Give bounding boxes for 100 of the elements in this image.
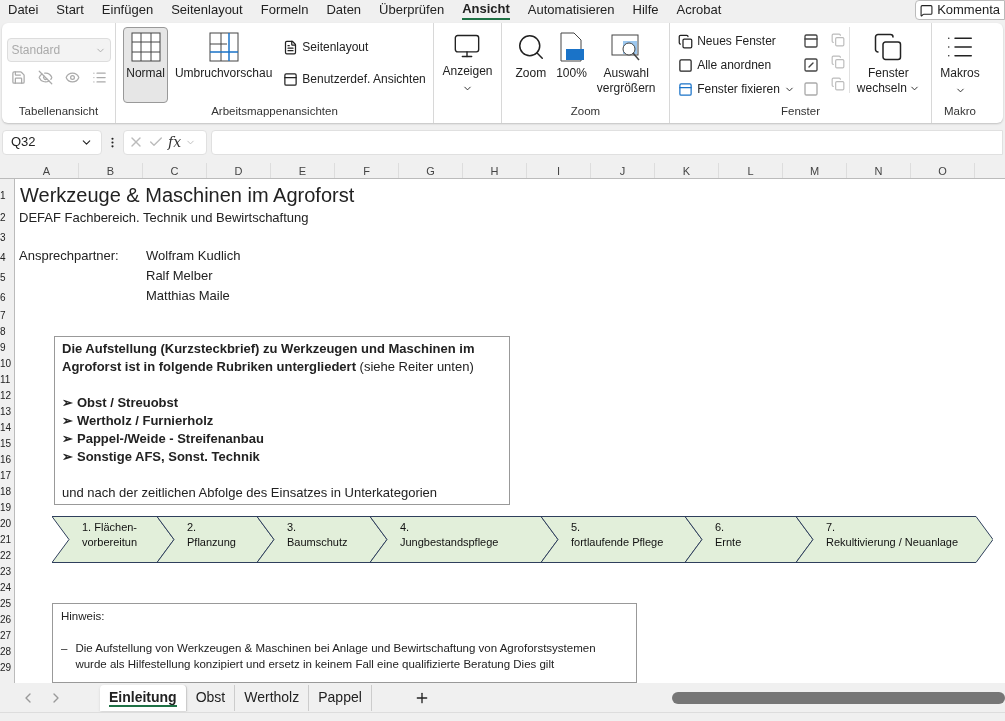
row-header[interactable]: 2 [0, 208, 14, 228]
ribbon-button[interactable]: Normal [123, 27, 168, 103]
group-label: Zoom [569, 104, 602, 119]
column-header[interactable]: K [655, 163, 719, 178]
row-header[interactable]: 1 [0, 183, 14, 208]
ribbon-button[interactable]: 100% [553, 27, 590, 86]
column-header[interactable]: O [911, 163, 975, 178]
show-icon [453, 32, 482, 60]
row-header[interactable]: 19 [0, 500, 14, 516]
row-header[interactable]: 20 [0, 516, 14, 532]
unhide-icon[interactable] [802, 81, 819, 97]
sheet-title: Werkzeuge & Maschinen im Agroforst [19, 183, 356, 208]
ribbon-button[interactable]: Alle anordnen [678, 53, 795, 77]
row-header[interactable]: 11 [0, 372, 14, 388]
column-header[interactable]: J [591, 163, 655, 178]
row-header[interactable]: 6 [0, 288, 14, 308]
sheet-tab[interactable]: Obst [186, 684, 236, 711]
column-header[interactable]: N [847, 163, 911, 178]
split-icon[interactable] [802, 33, 819, 49]
menu-tab[interactable]: Automatisieren [527, 0, 615, 20]
row-header[interactable]: 16 [0, 452, 14, 468]
menu-tab[interactable]: Seitenlayout [171, 0, 243, 20]
menu-tab[interactable]: Überprüfen [379, 0, 445, 20]
overview-intro: Die Aufstellung (Kurzsteckbrief) zu Werkzeugen und Maschinen im Agroforst ist in folgende Rubriken untergliedert (siehe Reiter unten) [62, 340, 476, 377]
menu-tab[interactable]: Einfügen [101, 0, 154, 20]
ribbon-button[interactable]: Zoom [512, 27, 550, 86]
arrow-bullet: ➢ [62, 394, 73, 413]
column-header[interactable]: B [79, 163, 143, 178]
row-header[interactable]: 9 [0, 340, 14, 356]
ribbon-button[interactable]: Auswahl vergrößern [593, 27, 659, 101]
eye-icon[interactable] [64, 70, 80, 85]
column-header[interactable]: E [271, 163, 335, 178]
ribbon-button[interactable]: Benutzerdef. Ansichten [283, 67, 426, 91]
menu-tab[interactable]: Formeln [260, 0, 309, 20]
category-item: Obst / Streuobst [77, 394, 179, 413]
menu-tab[interactable]: Daten [326, 0, 362, 20]
sheet-tab[interactable]: Einleitung [100, 684, 187, 711]
arrow-bullet: ➢ [62, 412, 73, 431]
column-header[interactable]: L [719, 163, 783, 178]
column-header[interactable]: H [463, 163, 527, 178]
row-header[interactable]: 21 [0, 532, 14, 548]
ribbon-button[interactable]: Makros [937, 27, 983, 101]
ribbon-button[interactable]: Fenster fixieren [678, 77, 795, 101]
comment-button[interactable]: Kommenta [915, 0, 1005, 20]
save-icon[interactable] [10, 70, 26, 85]
contact-name: Ralf Melber [146, 267, 214, 286]
function-icon[interactable]: fx [168, 131, 182, 153]
list-icon[interactable] [91, 70, 107, 85]
freeze-icon [678, 81, 694, 97]
category-item: Wertholz / Furnierholz [77, 412, 214, 431]
formula-input[interactable] [211, 129, 1003, 155]
row-header[interactable]: 4 [0, 248, 14, 268]
sheet-tab[interactable]: Pappel [309, 684, 372, 711]
ribbon-button[interactable]: Fenster wechseln [853, 27, 923, 101]
row-header[interactable]: 12 [0, 388, 14, 404]
row-header[interactable]: 28 [0, 644, 14, 660]
ribbon-button[interactable]: Neues Fenster [678, 29, 795, 53]
sheet-tab[interactable]: Wertholz [235, 684, 310, 711]
row-header[interactable]: 18 [0, 484, 14, 500]
horizontal-scrollbar[interactable] [671, 691, 1005, 704]
column-header[interactable]: I [527, 163, 591, 178]
category-item: Sonstige AFS, Sonst. Technik [77, 448, 260, 467]
ribbon-button[interactable]: Umbruchvorschau [171, 27, 276, 86]
menu-tab[interactable]: Hilfe [632, 0, 659, 20]
row-header[interactable]: 23 [0, 564, 14, 580]
row-header[interactable]: 25 [0, 596, 14, 612]
menu-tab[interactable]: Acrobat [676, 0, 722, 20]
menu-tab[interactable]: Start [56, 0, 84, 20]
row-header[interactable]: 24 [0, 580, 14, 596]
row-header[interactable]: 29 [0, 660, 14, 676]
row-header[interactable]: 5 [0, 268, 14, 288]
step-number: 5. [571, 520, 582, 535]
row-header[interactable]: 27 [0, 628, 14, 644]
hint-heading: Hinweis: [61, 609, 106, 624]
ribbon-button[interactable]: Seitenlayout [283, 35, 426, 59]
row-header[interactable]: 17 [0, 468, 14, 484]
row-header[interactable]: 26 [0, 612, 14, 628]
sheet-subtitle: DEFAF Fachbereich. Technik und Bewirtschaftung [19, 209, 310, 227]
column-header[interactable]: M [783, 163, 847, 178]
row-header[interactable]: 7 [0, 308, 14, 324]
row-header[interactable]: 8 [0, 324, 14, 340]
column-header[interactable]: D [207, 163, 271, 178]
row-header[interactable]: 15 [0, 436, 14, 452]
row-header[interactable]: 3 [0, 228, 14, 248]
row-header[interactable]: 10 [0, 356, 14, 372]
eye-icon[interactable] [37, 70, 53, 85]
row-header[interactable]: 13 [0, 404, 14, 420]
menu-tab[interactable]: Ansicht [462, 0, 510, 20]
row-header[interactable]: 22 [0, 548, 14, 564]
column-header[interactable]: G [399, 163, 463, 178]
ribbon-button[interactable]: Anzeigen [439, 27, 496, 99]
new-window-icon [678, 33, 694, 49]
row-header[interactable]: 14 [0, 420, 14, 436]
column-header[interactable]: A [15, 163, 79, 178]
menu-tab[interactable]: Datei [8, 0, 39, 20]
hint-text: Die Aufstellung von Werkzeugen & Maschinen bei Anlage und Bewirtschaftung von Agroforstsystemen [75, 641, 596, 656]
page-icon [283, 39, 299, 55]
column-header[interactable]: F [335, 163, 399, 178]
column-header[interactable]: C [143, 163, 207, 178]
name-box[interactable]: Q32 [2, 129, 102, 155]
